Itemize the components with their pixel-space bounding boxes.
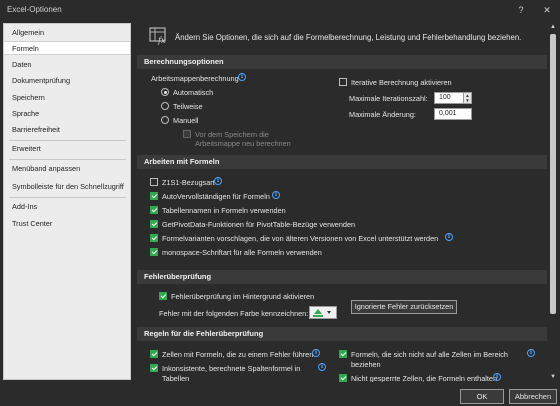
checkbox-monospace[interactable] bbox=[150, 248, 158, 256]
cancel-button[interactable]: Abbrechen bbox=[509, 389, 557, 404]
scroll-down-icon[interactable]: ▼ bbox=[549, 373, 557, 381]
info-icon[interactable]: i bbox=[445, 233, 453, 241]
formula-options-icon: fx bbox=[149, 27, 166, 45]
section-berechnungsoptionen: Berechnungsoptionen bbox=[137, 55, 547, 69]
info-icon[interactable]: i bbox=[214, 177, 222, 185]
info-icon[interactable]: i bbox=[272, 191, 280, 199]
spin-down-icon[interactable]: ▼ bbox=[464, 98, 471, 103]
formeln-bereich-label: Formeln, die sich nicht auf alle Zellen … bbox=[351, 350, 508, 359]
info-icon[interactable]: i bbox=[318, 363, 326, 371]
checkbox-tabellennamen[interactable] bbox=[150, 206, 158, 214]
checkbox-autovervollstaendigen[interactable] bbox=[150, 192, 158, 200]
ignorierte-fehler-button[interactable]: Ignorierte Fehler zurücksetzen bbox=[351, 300, 457, 314]
max-aenderung-input[interactable]: 0,001 bbox=[434, 108, 472, 120]
autovervollstaendigen-label: AutoVervollständigen für Formeln bbox=[162, 192, 270, 201]
color-dropdown-button[interactable] bbox=[309, 306, 337, 319]
max-iterationszahl-label: Maximale Iterationszahl: bbox=[349, 94, 428, 103]
sidebar-item-sprache[interactable]: Sprache bbox=[4, 107, 130, 121]
sidebar-item-speichern[interactable]: Speichern bbox=[4, 91, 130, 105]
page-description: Ändern Sie Optionen, die sich auf die Fo… bbox=[175, 33, 522, 42]
sidebar-item-add-ins[interactable]: Add-Ins bbox=[4, 200, 130, 214]
sidebar-divider bbox=[9, 159, 126, 160]
checkbox-zellen-fehler[interactable] bbox=[150, 350, 158, 358]
formeln-bereich-label-2: beziehen bbox=[351, 360, 381, 369]
max-aenderung-label: Maximale Änderung: bbox=[349, 110, 416, 119]
checkbox-fehler-hintergrund[interactable] bbox=[159, 292, 167, 300]
sidebar-item-dokumentpruefung[interactable]: Dokumentprüfung bbox=[4, 74, 130, 88]
iterative-berechnung-label: Iterative Berechnung aktivieren bbox=[351, 78, 452, 87]
close-icon[interactable]: ✕ bbox=[538, 2, 556, 18]
sidebar-item-allgemein[interactable]: Allgemein bbox=[4, 26, 130, 40]
sidebar-divider bbox=[9, 197, 126, 198]
radio-manuell[interactable] bbox=[161, 116, 169, 124]
radio-automatisch[interactable] bbox=[161, 88, 169, 96]
checkbox-z1s1[interactable] bbox=[150, 178, 158, 186]
formelvarianten-label: Formelvarianten vorschlagen, die von ält… bbox=[162, 234, 439, 243]
sidebar-item-daten[interactable]: Daten bbox=[4, 58, 130, 72]
sidebar-item-barrierefreiheit[interactable]: Barrierefreiheit bbox=[4, 123, 130, 137]
info-icon[interactable]: i bbox=[527, 349, 535, 357]
nicht-gesperrte-label: Nicht gesperrte Zellen, die Formeln enth… bbox=[351, 374, 498, 382]
color-dropdown-icon bbox=[313, 309, 331, 317]
checkbox-formelvarianten[interactable] bbox=[150, 234, 158, 242]
checkbox-formeln-bereich[interactable] bbox=[339, 350, 347, 358]
checkbox-getpivotdata[interactable] bbox=[150, 220, 158, 228]
section-arbeiten-mit-formeln: Arbeiten mit Formeln bbox=[137, 155, 547, 169]
radio-teilweise[interactable] bbox=[161, 102, 169, 110]
arbeitsmappenberechnung-label: Arbeitsmappenberechnung bbox=[151, 74, 239, 83]
scroll-up-icon[interactable]: ▲ bbox=[549, 23, 557, 31]
help-icon[interactable]: ? bbox=[512, 2, 530, 18]
sidebar-item-menueband[interactable]: Menüband anpassen bbox=[4, 162, 130, 176]
options-sidebar: Allgemein Formeln Daten Dokumentprüfung … bbox=[3, 23, 131, 380]
getpivotdata-label: GetPivotData-Funktionen für PivotTable-B… bbox=[162, 220, 356, 229]
monospace-label: monospace-Schriftart für alle Formeln ve… bbox=[162, 248, 322, 257]
sidebar-item-schnellzugriff[interactable]: Symbolleiste für den Schnellzugriff bbox=[4, 180, 130, 194]
sidebar-item-erweitert[interactable]: Erweitert bbox=[4, 142, 130, 156]
checkbox-iterative-berechnung[interactable] bbox=[339, 78, 347, 86]
section-regeln: Regeln für die Fehlerüberprüfung bbox=[137, 327, 547, 341]
fehler-hintergrund-label: Fehlerüberprüfung im Hintergrund aktivie… bbox=[171, 292, 315, 301]
checkbox-inkonsistente-spaltenformel[interactable] bbox=[150, 364, 158, 372]
sidebar-item-trust-center[interactable]: Trust Center bbox=[4, 217, 130, 231]
sidebar-item-formeln[interactable]: Formeln bbox=[4, 41, 130, 55]
z1s1-label: Z1S1-Bezugsart bbox=[162, 178, 215, 187]
scrollbar-thumb[interactable] bbox=[550, 34, 556, 314]
manuell-label: Manuell bbox=[173, 116, 199, 125]
window-title: Excel-Optionen bbox=[7, 5, 62, 14]
info-icon[interactable]: i bbox=[493, 373, 501, 381]
zellen-fehler-label: Zellen mit Formeln, die zu einem Fehler … bbox=[162, 350, 314, 359]
sidebar-divider bbox=[9, 140, 126, 141]
iterationszahl-spinner[interactable]: ▲ ▼ bbox=[463, 92, 472, 104]
checkbox-nicht-gesperrte-zellen[interactable] bbox=[339, 374, 347, 382]
ok-button[interactable]: OK bbox=[460, 389, 504, 404]
section-fehlerueberpruefung: Fehlerüberprüfung bbox=[137, 270, 547, 284]
info-icon[interactable]: i bbox=[238, 73, 246, 81]
inkonsistente-label-2: Tabellen bbox=[162, 374, 190, 382]
options-content: fx Ändern Sie Optionen, die sich auf die… bbox=[137, 22, 547, 382]
svg-text:fx: fx bbox=[157, 36, 166, 45]
fehler-farbe-label: Fehler mit der folgenden Farbe kennzeich… bbox=[159, 309, 309, 318]
inkonsistente-label: Inkonsistente, berechnete Spaltenformel … bbox=[162, 364, 301, 373]
neu-berechnen-label: Vor dem Speichern die Arbeitsmappe neu b… bbox=[195, 130, 291, 148]
teilweise-label: Teilweise bbox=[173, 102, 203, 111]
tabellennamen-label: Tabellennamen in Formeln verwenden bbox=[162, 206, 286, 215]
info-icon[interactable]: i bbox=[312, 349, 320, 357]
title-bar: Excel-Optionen ? ✕ bbox=[0, 0, 560, 20]
automatisch-label: Automatisch bbox=[173, 88, 214, 97]
checkbox-neu-berechnen[interactable] bbox=[183, 130, 191, 138]
